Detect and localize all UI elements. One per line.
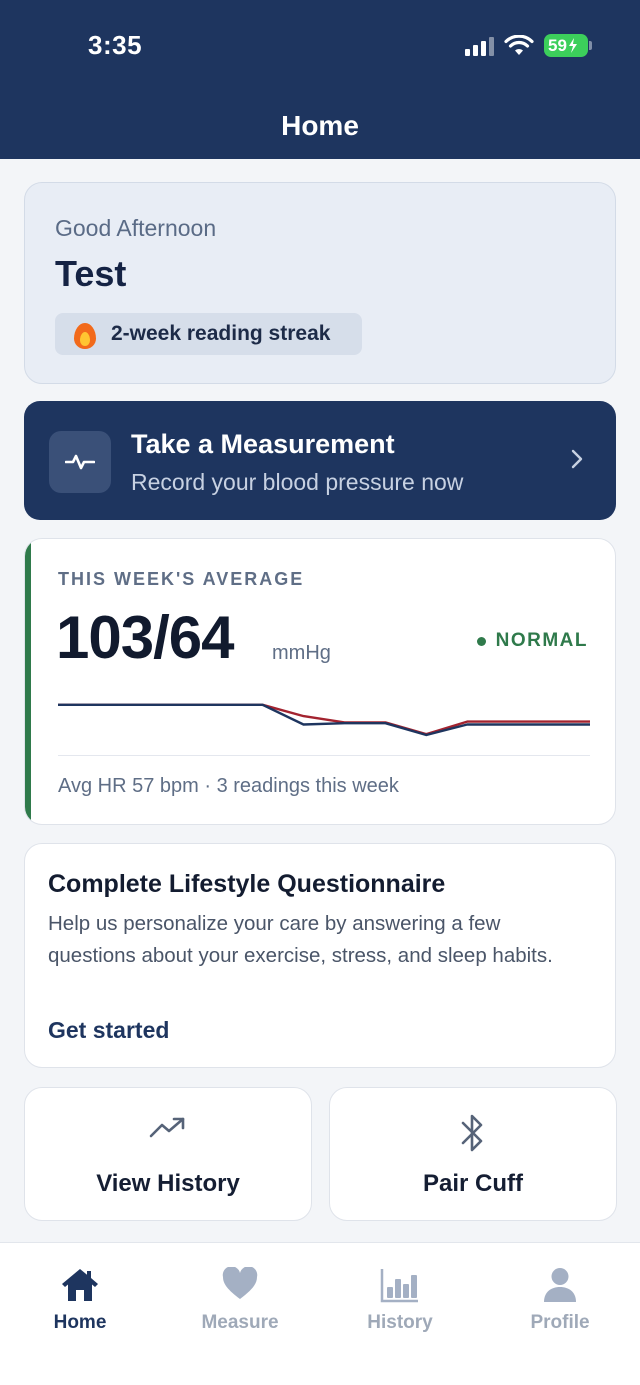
- wifi-icon: [504, 34, 534, 55]
- bottom-tab-bar: Home Measure History Profile: [0, 1242, 640, 1385]
- tab-history-label: History: [367, 1312, 433, 1333]
- greeting-card: Good Afternoon Test 2-week reading strea…: [24, 182, 616, 384]
- tab-home-label: Home: [53, 1312, 107, 1333]
- average-label: THIS WEEK'S AVERAGE: [58, 569, 305, 589]
- tab-home[interactable]: Home: [0, 1243, 160, 1343]
- average-footer: Avg HR 57 bpm · 3 readings this week: [58, 775, 399, 797]
- page-title: Home: [281, 110, 359, 141]
- take-measurement-button[interactable]: Take a Measurement Record your blood pre…: [24, 401, 616, 520]
- average-value: 103/64: [56, 604, 235, 671]
- tab-measure-label: Measure: [201, 1312, 279, 1333]
- status-text: NORMAL: [495, 630, 588, 651]
- person-icon: [544, 1268, 576, 1302]
- questionnaire-title: Complete Lifestyle Questionnaire: [48, 870, 446, 898]
- bluetooth-icon: [461, 1114, 483, 1152]
- status-icons: 59: [465, 34, 592, 57]
- tab-measure[interactable]: Measure: [160, 1243, 320, 1343]
- sparkline-chart: [58, 703, 590, 737]
- status-accent-bar: [25, 539, 31, 824]
- greeting-subtitle: Good Afternoon: [55, 215, 217, 241]
- user-name: Test: [55, 253, 127, 294]
- battery-level: 59: [548, 35, 567, 55]
- average-unit: mmHg: [272, 642, 331, 664]
- get-started-link[interactable]: Get started: [48, 1017, 169, 1044]
- tab-profile-label: Profile: [530, 1312, 590, 1333]
- flame-icon: [73, 319, 97, 349]
- view-history-button[interactable]: View History: [24, 1087, 312, 1221]
- tab-history[interactable]: History: [320, 1243, 480, 1343]
- tab-profile[interactable]: Profile: [480, 1243, 640, 1343]
- app-header: 3:35 59 Home: [0, 0, 640, 159]
- chevron-right-icon: [571, 449, 583, 469]
- heart-icon: [222, 1267, 258, 1299]
- questionnaire-card[interactable]: Complete Lifestyle Questionnaire Help us…: [24, 843, 616, 1068]
- streak-text: 2-week reading streak: [111, 322, 331, 345]
- status-dot-icon: [476, 636, 486, 646]
- weekly-average-card[interactable]: THIS WEEK'S AVERAGE 103/64 mmHg NORMAL A…: [24, 538, 616, 825]
- divider: [58, 755, 590, 756]
- status-badge: NORMAL: [476, 630, 588, 652]
- measurement-subtitle: Record your blood pressure now: [131, 469, 464, 495]
- view-history-label: View History: [96, 1170, 240, 1197]
- bar-chart-icon: [380, 1269, 418, 1303]
- questionnaire-body: Help us personalize your care by answeri…: [48, 912, 553, 967]
- streak-badge: 2-week reading streak: [55, 313, 362, 355]
- pulse-icon: [49, 431, 111, 493]
- trending-up-icon: [149, 1117, 185, 1138]
- pair-cuff-label: Pair Cuff: [422, 1170, 523, 1197]
- charging-bolt-icon: [568, 38, 577, 53]
- cellular-signal-icon: [465, 36, 494, 56]
- battery-icon: 59: [544, 34, 592, 57]
- diastolic-series-line: [58, 703, 590, 736]
- measurement-title: Take a Measurement: [131, 429, 395, 459]
- pair-cuff-button[interactable]: Pair Cuff: [329, 1087, 617, 1221]
- home-icon: [62, 1269, 98, 1301]
- status-time: 3:35: [88, 30, 143, 60]
